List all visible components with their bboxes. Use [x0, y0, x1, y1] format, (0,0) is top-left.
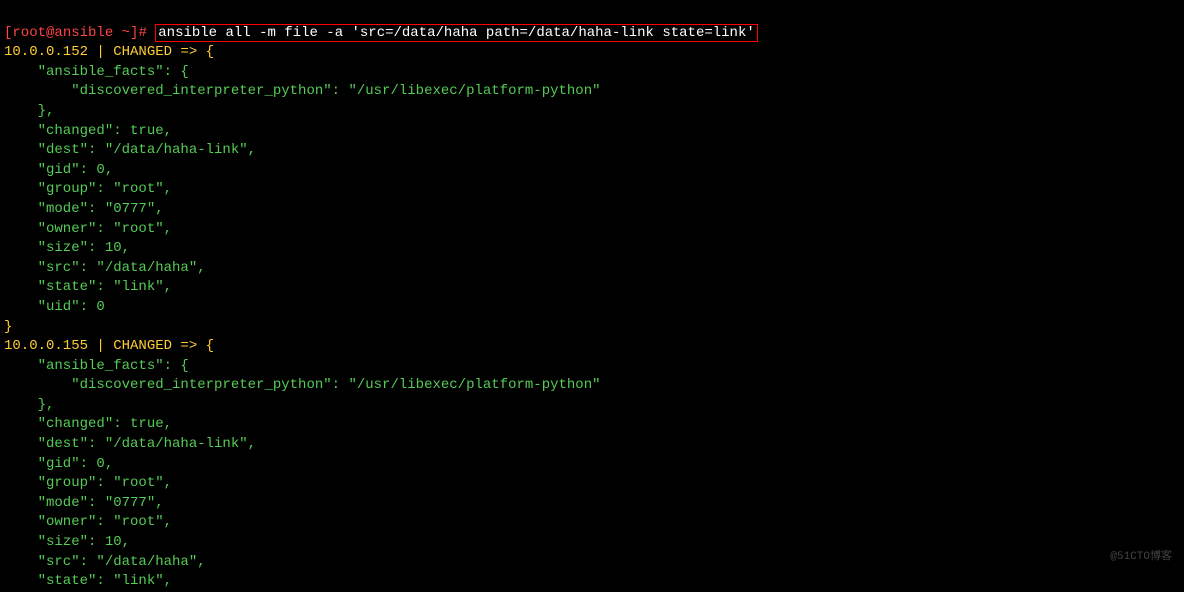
output-line: "state": "link",: [4, 279, 172, 295]
output-line: "ansible_facts": {: [4, 64, 189, 80]
output-line: "discovered_interpreter_python": "/usr/l…: [4, 83, 601, 99]
prompt-hash: #: [138, 25, 155, 41]
output-line: "gid": 0,: [4, 162, 113, 178]
output-line: "changed": true,: [4, 123, 172, 139]
prompt-path: ~: [113, 25, 130, 41]
output-line: "group": "root",: [4, 181, 172, 197]
output-line: "mode": "0777",: [4, 201, 164, 217]
output-line: "group": "root",: [4, 475, 172, 491]
output-line: "size": 10,: [4, 534, 130, 550]
output-line: "gid": 0,: [4, 456, 113, 472]
output-line: "uid": 0: [4, 299, 105, 315]
output-line: "src": "/data/haha",: [4, 554, 206, 570]
host2-header: 10.0.0.155 | CHANGED => {: [4, 338, 214, 354]
output-line: "dest": "/data/haha-link",: [4, 142, 256, 158]
output-line: "discovered_interpreter_python": "/usr/l…: [4, 377, 601, 393]
prompt-user: root: [12, 25, 46, 41]
output-line: "mode": "0777",: [4, 495, 164, 511]
host1-header: 10.0.0.152 | CHANGED => {: [4, 44, 214, 60]
terminal-output: [root@ansible ~]# ansible all -m file -a…: [4, 4, 1180, 592]
output-line: },: [4, 103, 54, 119]
output-line: "dest": "/data/haha-link",: [4, 436, 256, 452]
command-highlight-box: ansible all -m file -a 'src=/data/haha p…: [155, 24, 758, 42]
output-line: "src": "/data/haha",: [4, 260, 206, 276]
output-line: "size": 10,: [4, 240, 130, 256]
prompt-line: [root@ansible ~]# ansible all -m file -a…: [4, 24, 758, 42]
output-line: }: [4, 319, 12, 335]
output-line: "ansible_facts": {: [4, 358, 189, 374]
command-text[interactable]: ansible all -m file -a 'src=/data/haha p…: [158, 25, 755, 41]
output-line: "changed": true,: [4, 416, 172, 432]
output-line: },: [4, 397, 54, 413]
output-line: "state": "link",: [4, 573, 172, 589]
prompt-host: ansible: [54, 25, 113, 41]
watermark-text: @51CTO博客: [1110, 550, 1172, 565]
output-line: "owner": "root",: [4, 221, 172, 237]
output-line: "owner": "root",: [4, 514, 172, 530]
